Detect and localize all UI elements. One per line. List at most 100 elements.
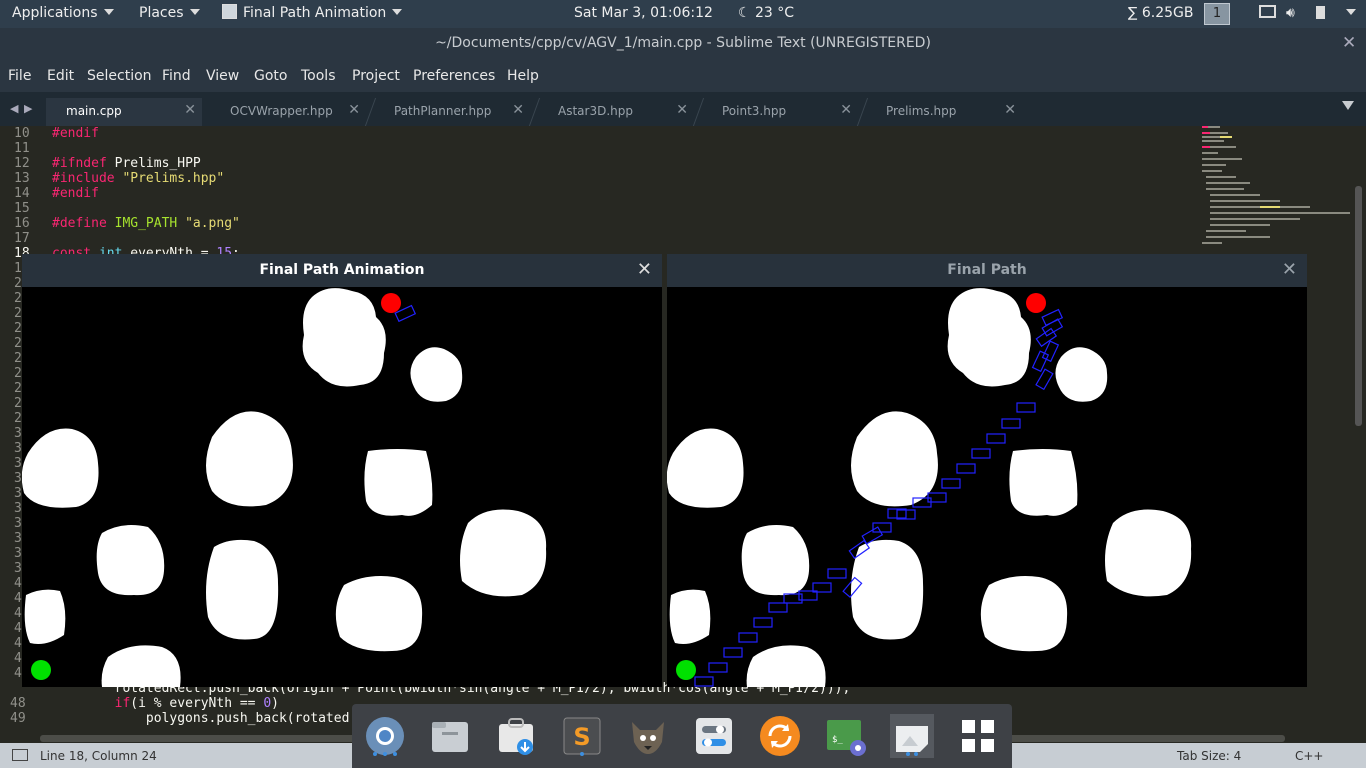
- menu-preferences[interactable]: Preferences: [413, 68, 495, 84]
- tab-main-cpp[interactable]: main.cpp ✕: [46, 98, 202, 126]
- obstacles: [22, 288, 547, 687]
- close-icon[interactable]: ✕: [1342, 33, 1356, 53]
- menu-bar: File Edit Selection Find View Goto Tools…: [0, 60, 1366, 92]
- obstacle: [335, 576, 423, 652]
- menu-project[interactable]: Project: [352, 68, 400, 84]
- close-icon[interactable]: ✕: [637, 260, 652, 280]
- obstacles: [667, 288, 1192, 687]
- tab-ocvwrapper-hpp[interactable]: OCVWrapper.hpp ✕: [210, 98, 366, 126]
- tab-list-chevron-icon[interactable]: [1342, 101, 1354, 110]
- update-icon[interactable]: [758, 714, 802, 758]
- weather-label: 23 °C: [755, 5, 795, 21]
- terminal-icon[interactable]: $_: [824, 714, 868, 758]
- tab-nav-right-icon[interactable]: ▶: [24, 102, 32, 115]
- goal-marker: [1026, 293, 1046, 313]
- menu-tools[interactable]: Tools: [301, 68, 336, 84]
- tab-astar3d-hpp[interactable]: Astar3D.hpp ✕: [538, 98, 694, 126]
- workspace-indicator[interactable]: 1: [1204, 3, 1230, 25]
- final-path-canvas: [667, 288, 1192, 687]
- path-rect: [1001, 418, 1021, 429]
- path-rect: [723, 647, 743, 658]
- chromium-icon[interactable]: [363, 714, 407, 758]
- obstacle: [669, 589, 711, 644]
- code-line: if(i % everyNth == 0): [114, 696, 279, 711]
- path-rect: [827, 568, 847, 579]
- obstacle: [206, 411, 293, 507]
- line-number: 14: [14, 186, 30, 201]
- panel-toggle-icon[interactable]: [12, 749, 28, 761]
- window-icon: [222, 4, 237, 19]
- tab-label: Astar3D.hpp: [558, 104, 633, 118]
- tab-nav-left-icon[interactable]: ◀: [10, 102, 18, 115]
- menu-selection[interactable]: Selection: [87, 68, 152, 84]
- tab-label: main.cpp: [66, 104, 122, 118]
- active-app-menu[interactable]: Final Path Animation: [222, 0, 403, 28]
- obstacle: [364, 449, 433, 516]
- settings-icon[interactable]: [692, 714, 736, 758]
- tab-size-selector[interactable]: Tab Size: 4: [1177, 749, 1241, 763]
- applications-menu[interactable]: Applications: [12, 0, 114, 28]
- sublime-text-icon[interactable]: S: [560, 714, 604, 758]
- close-icon[interactable]: ✕: [676, 102, 688, 118]
- menu-edit[interactable]: Edit: [47, 68, 74, 84]
- menu-view[interactable]: View: [206, 68, 239, 84]
- chevron-down-icon: [1346, 9, 1356, 15]
- system-menu[interactable]: [1340, 0, 1356, 28]
- files-icon[interactable]: [428, 714, 472, 758]
- obstacle: [302, 288, 386, 387]
- clock[interactable]: Sat Mar 3, 01:06:12: [574, 0, 713, 28]
- close-icon[interactable]: ✕: [1004, 102, 1016, 118]
- menu-help[interactable]: Help: [507, 68, 539, 84]
- applications-label: Applications: [12, 5, 98, 21]
- obstacle: [851, 539, 924, 640]
- gimp-icon[interactable]: [626, 714, 670, 758]
- cursor-position: Line 18, Column 24: [40, 749, 157, 763]
- places-menu[interactable]: Places: [139, 0, 200, 28]
- path-rect: [941, 478, 961, 489]
- line-number: 11: [14, 141, 30, 156]
- weather-indicator[interactable]: ☾ 23 °C: [738, 0, 794, 28]
- close-icon[interactable]: ✕: [184, 102, 196, 118]
- code-line: #endif: [52, 126, 99, 141]
- final-path-window[interactable]: Final Path ✕: [667, 254, 1307, 687]
- moon-icon: ☾: [738, 5, 756, 21]
- start-marker: [676, 660, 696, 680]
- line-number: 13: [14, 171, 30, 186]
- close-icon[interactable]: ✕: [348, 102, 360, 118]
- window-title: Final Path Animation: [22, 254, 662, 287]
- final-path-animation-window[interactable]: Final Path Animation ✕: [22, 254, 662, 687]
- battery-icon[interactable]: [1316, 0, 1325, 28]
- screenshot-icon[interactable]: [883, 704, 941, 768]
- path-rect: [986, 433, 1006, 444]
- syntax-selector[interactable]: C++: [1295, 749, 1324, 763]
- path-rect: [694, 676, 714, 687]
- obstacle: [746, 645, 826, 687]
- app-grid-icon[interactable]: [956, 714, 1000, 758]
- menu-find[interactable]: Find: [162, 68, 191, 84]
- menu-goto[interactable]: Goto: [254, 68, 287, 84]
- obstacle: [96, 525, 165, 596]
- places-label: Places: [139, 5, 184, 21]
- tab-pathplanner-hpp[interactable]: PathPlanner.hpp ✕: [374, 98, 530, 126]
- menu-file[interactable]: File: [8, 68, 31, 84]
- line-number: 17: [14, 231, 30, 246]
- obstacle: [1055, 347, 1108, 402]
- obstacle: [980, 576, 1068, 652]
- tab-point3-hpp[interactable]: Point3.hpp ✕: [702, 98, 858, 126]
- close-icon[interactable]: ✕: [840, 102, 852, 118]
- active-app-label: Final Path Animation: [243, 5, 387, 21]
- tab-prelims-hpp[interactable]: Prelims.hpp ✕: [866, 98, 1022, 126]
- close-icon[interactable]: ✕: [512, 102, 524, 118]
- software-center-icon[interactable]: [494, 714, 538, 758]
- obstacle: [101, 645, 181, 687]
- path-rect: [1041, 308, 1064, 327]
- memory-indicator[interactable]: ∑ 6.25GB: [1128, 0, 1194, 28]
- path-rect: [1035, 368, 1054, 391]
- goal-marker: [381, 293, 401, 313]
- vertical-scrollbar[interactable]: [1355, 186, 1362, 426]
- path-rect: [1031, 350, 1050, 373]
- obstacle: [460, 509, 547, 597]
- display-icon[interactable]: [1259, 0, 1276, 28]
- close-icon[interactable]: ✕: [1282, 260, 1297, 280]
- volume-icon[interactable]: 🔊︎: [1286, 0, 1295, 28]
